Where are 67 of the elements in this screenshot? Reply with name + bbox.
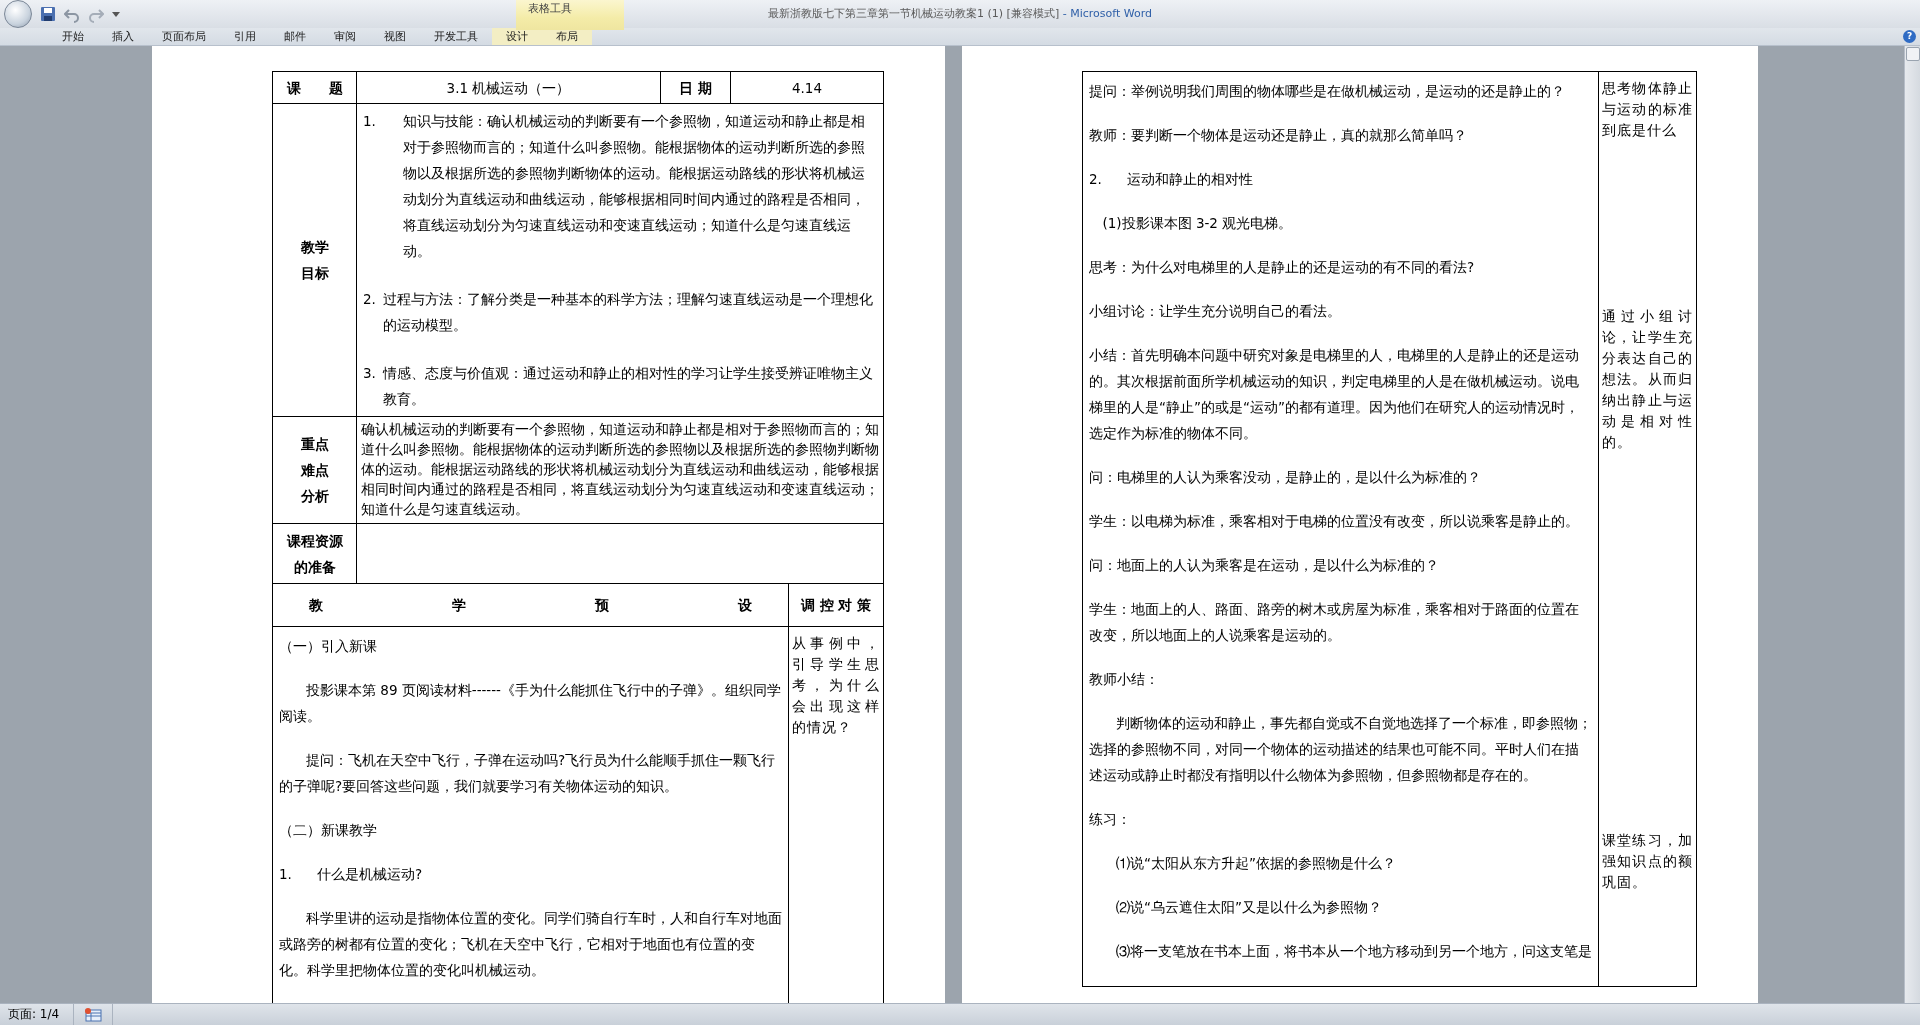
vertical-scrollbar[interactable] (1904, 46, 1920, 1003)
cell-label: 课 题 (286, 79, 343, 96)
layout-icon[interactable] (84, 1007, 103, 1022)
paragraph: 小结：首先明确本问题中研究对象是电梯里的人，电梯里的人是静止的还是运动的。其次根据前面所学机械运动的知识，判定电梯里的人是在做机械运动。说电梯里的人是“静止”的或是“运动”的都有道理。因为他们在研究人的运动情况时，选定作为标准的物体不同。 (1089, 346, 1580, 443)
paragraph: ⑵说“乌云遮住太阳”又是以什么为参照物？ (1115, 898, 1383, 917)
paragraph: 教师小结： (1089, 670, 1160, 689)
paragraph: (1)投影课本图 3-2 观光电梯。 (1101, 214, 1294, 233)
ribbon-tab[interactable]: 开始 (48, 28, 98, 45)
header-character: 教 (309, 596, 323, 615)
paragraph: 思考：为什么对电梯里的人是静止的还是运动的有不同的看法? (1089, 258, 1476, 277)
paragraph: 问：地面上的人认为乘客是在运动，是以什么为标准的？ (1089, 556, 1440, 575)
paragraph: 学生：地面上的人、路面、路旁的树木或房屋为标准，乘客相对于路面的位置在改变，所以地面上的人说乘客是运动的。 (1089, 600, 1580, 645)
ruler-toggle-button[interactable] (1906, 47, 1920, 61)
key-points-text: 确认机械运动的判断要有一个参照物，知道运动和静止都是相对于参照物而言的；知道什么叫参照物。能根据物体的运动判断所选的参照物以及根据所选的参照物判断物体的运动。能根据运动路线的形状将机械运动划分为直线运动和曲线运动，能够根据相同时间内通过的路程是否相同，将直线运动划分为匀速直线运动和变速直线运动；知道什么是匀速直线运动。 (361, 421, 879, 517)
paragraph: ⑶将一支笔放在书本上面，将书本从一个地方移动到另一个地方，问这支笔是 (1115, 942, 1592, 961)
date-text: 4.14 (791, 79, 823, 96)
context-group-label: 表格工具 (516, 0, 624, 30)
cell-label: 日 期 (679, 79, 712, 96)
ribbon-tab[interactable]: 插入 (98, 28, 148, 45)
paragraph: 判断物体的运动和静止，事先都自觉或不自觉地选择了一个标准，即参照物；选择的参照物不同，对同一个物体的运动描述的结果也可能不同。平时人们在描述运动或静止时都没有指明以什么物体为参照物，但参照物都是存在的。 (1089, 714, 1592, 785)
section-heading: （二）新课教学 (279, 821, 378, 840)
paragraph: 练习： (1089, 810, 1132, 829)
ribbon-tab[interactable]: 设计 (492, 28, 542, 45)
paragraph: 问：电梯里的人认为乘客没动，是静止的，是以什么为标准的？ (1089, 468, 1482, 487)
paragraph: 小组讨论：让学生充分说明自己的看法。 (1089, 302, 1342, 321)
ribbon-tab[interactable]: 引用 (220, 28, 270, 45)
cell-label: 调 控 对 策 (800, 597, 872, 613)
cell-label: 课程资源 (285, 531, 344, 551)
ribbon-tab[interactable]: 审阅 (320, 28, 370, 45)
save-icon[interactable] (40, 5, 56, 23)
cell-label: 难点 (299, 461, 330, 480)
office-button[interactable] (4, 0, 32, 28)
app-name: - Microsoft Word (1062, 7, 1152, 20)
window-title: 最新浙教版七下第三章第一节机械运动教案1 (1) [兼容模式] (768, 7, 1060, 20)
numbered-heading: 2. 运动和静止的相对性 (1089, 170, 1254, 189)
paragraph: 科学里讲的运动是指物体位置的变化。同学们骑自行车时，人和自行车对地面或路旁的树都有位置的变化；飞机在天空中飞行，它相对于地面也有位置的变化。科学里把物体位置的变化叫机械运动。 (279, 909, 782, 980)
paragraph: 提问：举例说明我们周围的物体哪些是在做机械运动，是运动的还是静止的？ (1089, 82, 1566, 101)
goal-paragraph: 1. 知识与技能：确认机械运动的判断要有一个参照物，知道运动和静止都是相对于参照物而言的；知道什么叫参照物。能根据物体的运动判断所选的参照物以及根据所选的参照物判断物体的运动。能根据运动路线的形状将机械运动划分为直线运动和曲线运动，能够根据相同时间内通过的路程是否相同，将直线运动划分为匀速直线运动和变速直线运动；知道什么是匀速直线运动。 (363, 112, 866, 261)
paragraph: 提问：飞机在天空中飞行，子弹在运动吗?飞行员为什么能顺手抓住一颗飞行的子弹呢?要回答这些问题，我们就要学习有关物体运动的知识。 (279, 751, 777, 796)
help-icon[interactable]: ? (1903, 30, 1916, 43)
cell-label: 的准备 (292, 557, 337, 577)
section-heading: （一）引入新课 (279, 637, 378, 656)
header-character: 学 (452, 596, 466, 615)
strategy-note: 课堂练习，加强知识点的额巩固。 (1602, 831, 1693, 892)
cell-label: 分析 (299, 487, 330, 506)
ribbon-tab[interactable]: 页面布局 (148, 28, 220, 45)
strategy-note: 从事例中，引导学生思考，为什么会出现这样的情况？ (792, 634, 880, 737)
numbered-heading: 1. 什么是机械运动? (279, 865, 424, 884)
paragraph: 学生：以电梯为标准，乘客相对于电梯的位置没有改变，所以说乘客是静止的。 (1089, 512, 1580, 531)
goal-paragraph: 3. 情感、态度与价值观：通过运动和静止的相对性的学习让学生接受辨证唯物主义教育。 (363, 364, 874, 409)
cell-label: 重点 (299, 435, 330, 454)
page-indicator[interactable]: 页面: 1/4 (0, 1004, 75, 1025)
strategy-note: 思考物体静止与运动的标准到底是什么 (1602, 79, 1693, 140)
ribbon-tab[interactable]: 开发工具 (420, 28, 492, 45)
header-character: 预 (595, 596, 609, 615)
paragraph: 教师：要判断一个物体是运动还是静止，真的就那么简单吗？ (1089, 126, 1468, 145)
topic-text: 3.1 机械运动（一） (446, 79, 571, 96)
paragraph: 投影课本第 89 页阅读材料------《手为什么能抓住飞行中的子弹》。组织同学阅读。 (279, 681, 782, 726)
ribbon-tab[interactable]: 视图 (370, 28, 420, 45)
ribbon-tab[interactable]: 邮件 (270, 28, 320, 45)
paragraph: ⑴说“太阳从东方升起”依据的参照物是什么？ (1115, 854, 1397, 873)
cell-label: 教学 (299, 238, 330, 257)
cell-label: 目标 (299, 264, 330, 283)
goal-paragraph: 2. 过程与方法：了解分类是一种基本的科学方法；理解匀速直线运动是一个理想化的运动模型。 (363, 290, 874, 335)
header-character: 设 (738, 596, 752, 615)
customize-caret-icon[interactable] (112, 10, 120, 18)
strategy-note: 通过小组讨论，让学生充分表达自己的想法。从而归纳出静止与运动是相对性的。 (1602, 307, 1693, 452)
